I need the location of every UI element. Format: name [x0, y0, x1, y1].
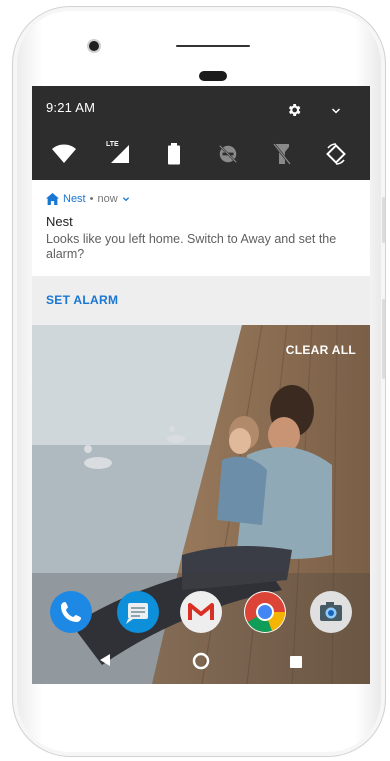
battery-icon[interactable] [160, 140, 188, 168]
home-wallpaper: CLEAR ALL [32, 325, 370, 684]
recents-nav-icon[interactable] [290, 655, 302, 673]
lte-signal-icon[interactable]: LTE [103, 140, 131, 168]
back-nav-icon[interactable] [98, 653, 112, 672]
wifi-icon[interactable] [50, 140, 78, 168]
notification-body: Looks like you left home. Switch to Away… [46, 232, 337, 261]
speaker [199, 71, 227, 81]
notification-app-name: Nest [63, 193, 86, 205]
screen: 9:21 AM LTE Nest • now Nest Looks like y… [32, 86, 370, 684]
notification-actions: SET ALARM [32, 276, 370, 325]
nest-notification[interactable]: Nest • now Nest Looks like you left home… [32, 180, 370, 276]
chrome-app-icon[interactable] [244, 591, 286, 633]
quick-settings-panel: 9:21 AM LTE [32, 86, 370, 180]
notification-header: Nest • now [46, 193, 130, 205]
nest-home-icon [46, 193, 59, 205]
auto-rotate-icon[interactable] [322, 140, 350, 168]
phone-app-icon[interactable] [50, 591, 92, 633]
messages-app-icon[interactable] [117, 591, 159, 633]
lte-label: LTE [106, 141, 119, 148]
gmail-app-icon[interactable] [180, 591, 222, 633]
expand-chevron-small-icon[interactable] [122, 195, 130, 203]
power-button [382, 197, 385, 243]
flashlight-icon[interactable] [268, 140, 296, 168]
home-nav-icon[interactable] [192, 652, 210, 675]
settings-gear-icon[interactable] [286, 102, 302, 123]
earpiece-slot [176, 45, 250, 47]
status-time: 9:21 AM [46, 100, 96, 115]
set-alarm-button[interactable]: SET ALARM [46, 293, 118, 307]
clear-all-button[interactable]: CLEAR ALL [286, 343, 356, 357]
volume-button [382, 299, 385, 379]
header-separator: • [89, 193, 94, 205]
front-camera [89, 41, 99, 51]
notification-title: Nest [46, 214, 73, 229]
camera-app-icon[interactable] [310, 591, 352, 633]
do-not-disturb-icon[interactable] [214, 140, 242, 168]
expand-chevron-icon[interactable] [330, 104, 342, 122]
quick-settings-row: LTE [32, 140, 370, 172]
notification-time: now [97, 193, 118, 205]
